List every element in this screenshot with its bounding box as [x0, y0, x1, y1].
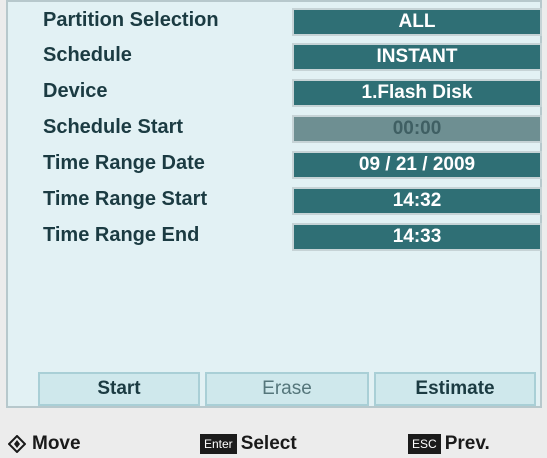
- schedule-start-value: 00:00: [292, 115, 542, 143]
- partition-selection-row[interactable]: Partition Selection ALL: [8, 2, 542, 42]
- direction-pad-icon: [8, 434, 26, 453]
- key-hint-bar: Move Enter Select ESC Prev.: [0, 410, 547, 458]
- backup-settings-screen: Partition Selection ALL Schedule INSTANT…: [0, 0, 547, 458]
- start-button[interactable]: Start: [38, 372, 200, 406]
- time-range-start-label: Time Range Start: [43, 188, 208, 210]
- enter-key-icon: Enter: [200, 433, 237, 454]
- schedule-value[interactable]: INSTANT: [292, 43, 542, 71]
- device-row[interactable]: Device 1.Flash Disk: [8, 73, 542, 113]
- time-range-start-value[interactable]: 14:32: [292, 187, 542, 215]
- estimate-button[interactable]: Estimate: [374, 372, 536, 406]
- schedule-start-label: Schedule Start: [43, 116, 184, 138]
- select-label: Select: [240, 433, 297, 454]
- schedule-label: Schedule: [43, 44, 132, 66]
- partition-selection-value[interactable]: ALL: [292, 8, 542, 36]
- time-range-end-row[interactable]: Time Range End 14:33: [8, 217, 542, 257]
- erase-button[interactable]: Erase: [205, 372, 369, 406]
- select-hint: Enter Select: [200, 432, 297, 456]
- time-range-end-label: Time Range End: [43, 224, 200, 246]
- device-label: Device: [43, 80, 108, 102]
- partition-selection-label: Partition Selection: [43, 9, 219, 31]
- prev-label: Prev.: [444, 433, 490, 454]
- move-label: Move: [32, 433, 81, 454]
- settings-panel: Partition Selection ALL Schedule INSTANT…: [6, 0, 542, 408]
- schedule-row[interactable]: Schedule INSTANT: [8, 37, 542, 77]
- schedule-start-row: Schedule Start 00:00: [8, 109, 542, 149]
- time-range-date-row[interactable]: Time Range Date 09 / 21 / 2009: [8, 145, 542, 185]
- esc-key-icon: ESC: [408, 433, 441, 454]
- time-range-start-row[interactable]: Time Range Start 14:32: [8, 181, 542, 221]
- device-value[interactable]: 1.Flash Disk: [292, 79, 542, 107]
- time-range-date-label: Time Range Date: [43, 152, 205, 174]
- time-range-end-value[interactable]: 14:33: [292, 223, 542, 251]
- prev-hint: ESC Prev.: [408, 432, 490, 456]
- move-hint: Move: [8, 432, 81, 456]
- time-range-date-value[interactable]: 09 / 21 / 2009: [292, 151, 542, 179]
